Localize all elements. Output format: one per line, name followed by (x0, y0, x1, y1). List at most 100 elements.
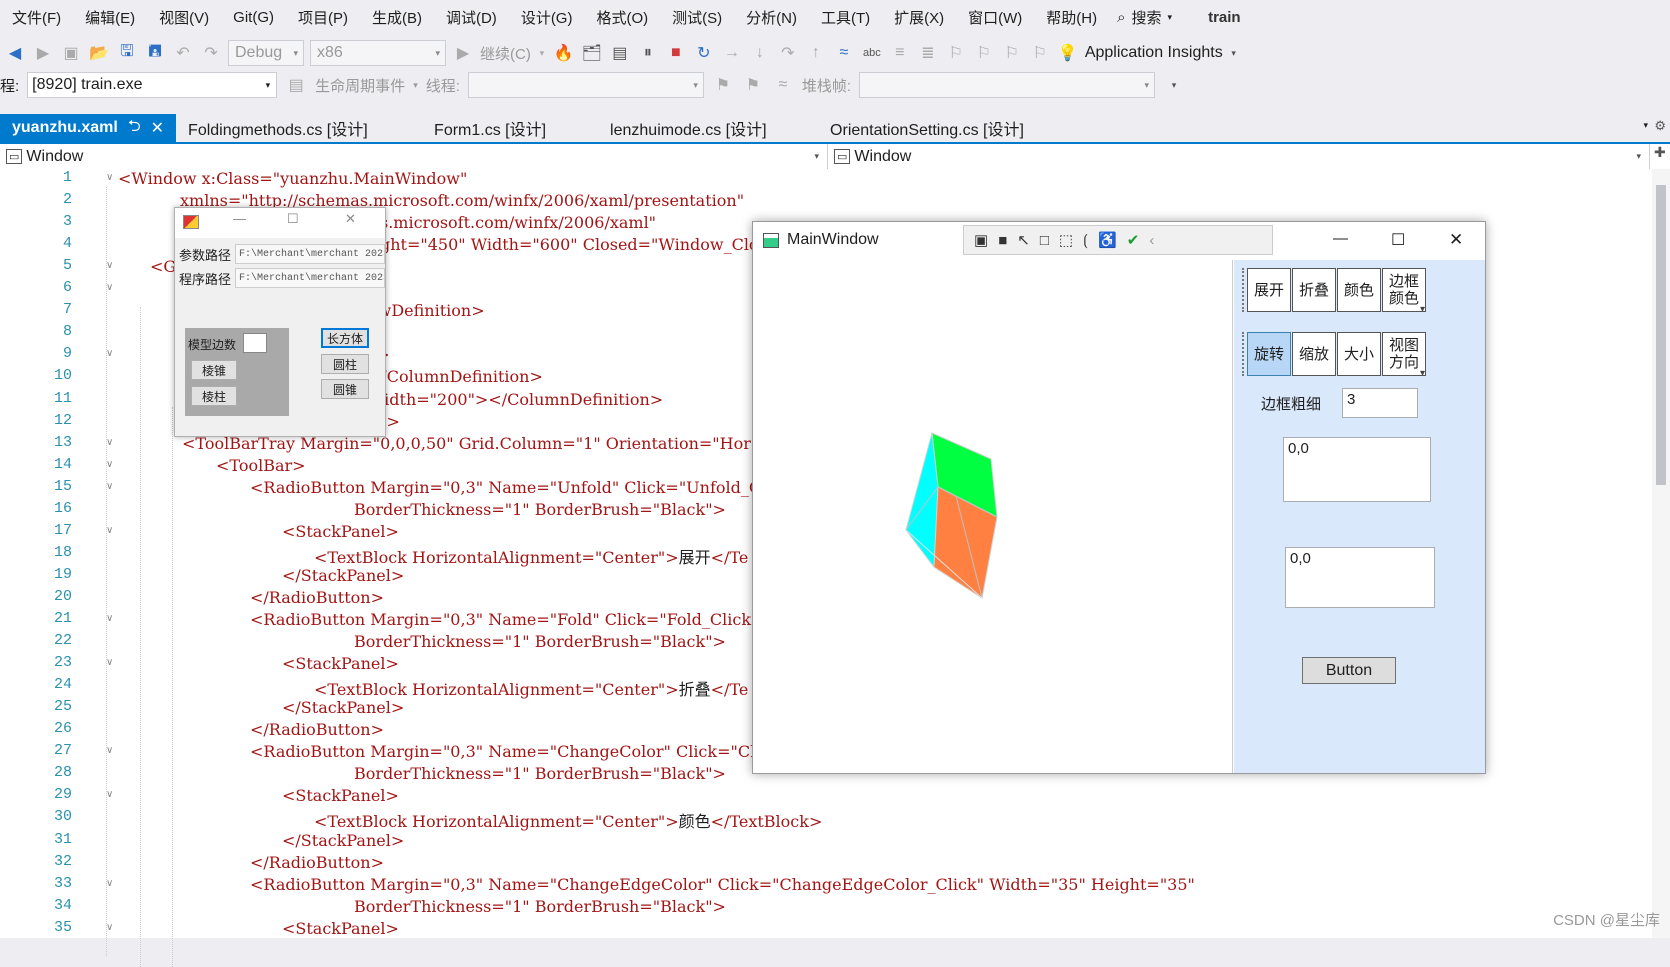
program-path-input[interactable]: F:\Merchant\merchant 2023 (235, 268, 385, 288)
track-focus-icon[interactable]: ⬚ (1059, 231, 1073, 249)
tab-foldingmethods[interactable]: Foldingmethods.cs [设计] (176, 114, 422, 142)
cone-button[interactable]: 圆锥 (321, 379, 369, 399)
fold-toggle-icon[interactable]: ∨ (106, 348, 113, 359)
back-icon[interactable]: ◀ (4, 42, 26, 64)
lifecycle-events-button[interactable]: 生命周期事件 (315, 75, 405, 96)
fold-toggle-icon[interactable]: ∨ (106, 459, 113, 470)
fold-toggle-icon[interactable]: ∨ (106, 745, 113, 756)
check-icon[interactable]: ✔ (1127, 231, 1140, 249)
border-thickness-input[interactable]: 3 (1342, 388, 1418, 418)
viewport-3d[interactable] (755, 260, 1233, 773)
restart-icon[interactable]: ↻ (693, 42, 715, 64)
fold-toggle-icon[interactable]: ∨ (106, 260, 113, 271)
menu-design[interactable]: 设计(G) (509, 7, 585, 28)
coord-textbox-1[interactable]: 0,0 (1283, 437, 1431, 502)
flag-icon[interactable]: ⚑ (712, 74, 734, 96)
stop-icon[interactable]: ■ (665, 42, 687, 64)
fold-toggle-icon[interactable]: ∨ (106, 481, 113, 492)
step-out-icon[interactable]: ↑ (805, 42, 827, 64)
element-select-left[interactable]: ▭ Window ▾ (0, 144, 828, 169)
fold-toggle-icon[interactable]: ∨ (106, 172, 113, 183)
menu-edit[interactable]: 编辑(E) (73, 7, 147, 28)
color-button[interactable]: 颜色 (1337, 268, 1381, 312)
menu-window[interactable]: 窗口(W) (956, 7, 1034, 28)
configuration-select[interactable]: Debug ▾ (228, 40, 304, 66)
redo-icon[interactable]: ↷ (200, 42, 222, 64)
step-over-icon[interactable]: ↷ (777, 42, 799, 64)
menu-tools[interactable]: 工具(T) (809, 7, 882, 28)
camera-icon[interactable]: ■ (998, 232, 1007, 249)
collapse-icon[interactable]: ‹ (1149, 232, 1154, 249)
scrollbar-thumb[interactable] (1656, 185, 1666, 485)
menu-debug[interactable]: 调试(D) (434, 7, 509, 28)
forward-icon[interactable]: ▶ (32, 42, 54, 64)
clear-bookmarks-icon[interactable]: ⚐ (1029, 42, 1051, 64)
process-select[interactable]: [8920] train.exe ▾ (27, 72, 277, 98)
open-folder-icon[interactable]: 📂 (88, 42, 110, 64)
pause-icon[interactable]: ⏸ (637, 42, 659, 64)
toolbar-overflow-icon[interactable]: ▾ (1420, 368, 1425, 379)
chevron-down-icon[interactable]: ▾ (1163, 74, 1185, 96)
step-into-icon[interactable]: ↓ (749, 42, 771, 64)
bookmark-icon[interactable]: ⚐ (945, 42, 967, 64)
menu-file[interactable]: 文件(F) (0, 7, 73, 28)
prev-bookmark-icon[interactable]: ⚐ (973, 42, 995, 64)
gear-icon[interactable]: ⚙ (1654, 118, 1666, 134)
param-path-input[interactable]: F:\Merchant\merchant 2023 (235, 244, 385, 264)
split-icon[interactable]: ✚ (1654, 144, 1666, 169)
continue-button[interactable]: 继续(C) (480, 43, 531, 64)
flag-threads-icon[interactable]: ⚑ (742, 74, 764, 96)
fold-toggle-icon[interactable]: ∨ (106, 525, 113, 536)
minimize-icon[interactable]: — (233, 211, 246, 226)
cuboid-button[interactable]: 长方体 (321, 328, 369, 348)
fold-toggle-icon[interactable]: ∨ (106, 282, 113, 293)
tab-lenzhuimode[interactable]: lenzhuimode.cs [设计] (598, 114, 818, 142)
menu-extensions[interactable]: 扩展(X) (882, 7, 956, 28)
tab-list-icon[interactable]: ▾ (1643, 120, 1648, 131)
maximize-icon[interactable]: ☐ (1391, 230, 1405, 250)
stack-frame-select[interactable]: ▾ (859, 72, 1155, 98)
live-tree-icon[interactable]: ▣ (974, 231, 988, 249)
spellcheck-icon[interactable]: abc (861, 42, 883, 64)
menu-view[interactable]: 视图(V) (147, 7, 221, 28)
close-icon[interactable]: ✕ (345, 211, 356, 227)
menu-test[interactable]: 测试(S) (660, 7, 734, 28)
fold-toggle-icon[interactable]: ∨ (106, 613, 113, 624)
unfold-button[interactable]: 展开 (1247, 268, 1291, 312)
thread-select[interactable]: ▾ (468, 72, 704, 98)
menu-help[interactable]: 帮助(H) (1034, 7, 1109, 28)
tab-yuanzhu-xaml[interactable]: yuanzhu.xaml ⮌ ✕ (0, 114, 176, 142)
chevron-down-icon[interactable]: ▾ (537, 42, 547, 64)
pin-icon[interactable]: ⮌ (128, 115, 141, 142)
fold-button[interactable]: 折叠 (1292, 268, 1336, 312)
save-icon[interactable]: 🖫 (116, 42, 138, 64)
zoom-button[interactable]: 缩放 (1292, 332, 1336, 376)
chevron-down-icon[interactable]: ▾ (1229, 42, 1239, 64)
show-next-statement-icon[interactable]: → (721, 42, 743, 64)
platform-select[interactable]: x86 ▾ (310, 40, 446, 66)
select-element-icon[interactable]: ↖ (1017, 231, 1030, 249)
element-select-right[interactable]: ▭ Window ▾ (828, 144, 1650, 169)
uncomment-icon[interactable]: ≣ (917, 42, 939, 64)
pyramid-button[interactable]: 棱锥 (191, 360, 237, 380)
vertical-scrollbar[interactable] (1652, 169, 1670, 938)
tab-orientationsetting[interactable]: OrientationSetting.cs [设计] (818, 114, 1078, 142)
new-project-icon[interactable]: ▣ (60, 42, 82, 64)
cylinder-button[interactable]: 圆柱 (321, 354, 369, 374)
menu-analyze[interactable]: 分析(N) (734, 7, 809, 28)
action-button[interactable]: Button (1302, 657, 1396, 684)
application-insights-button[interactable]: Application Insights (1085, 44, 1223, 62)
toolbar-overflow-icon[interactable]: ▾ (1420, 304, 1425, 315)
menu-git[interactable]: Git(G) (221, 9, 286, 26)
display-adorners-icon[interactable]: □ (1040, 232, 1049, 249)
undo-icon[interactable]: ↶ (172, 42, 194, 64)
minimize-icon[interactable]: — (1333, 230, 1348, 247)
accessibility-icon[interactable]: ♿ (1098, 231, 1117, 249)
menu-project[interactable]: 项目(P) (286, 7, 360, 28)
binding-failures-icon[interactable]: ⟮ (1083, 232, 1088, 249)
size-button[interactable]: 大小 (1337, 332, 1381, 376)
close-icon[interactable]: ✕ (1449, 230, 1463, 250)
browser-link-icon[interactable]: 🗂 (581, 42, 603, 64)
diagnostics-icon[interactable]: ≈ (833, 42, 855, 64)
search-box[interactable]: ⌕ 搜索 ▾ (1117, 7, 1172, 28)
